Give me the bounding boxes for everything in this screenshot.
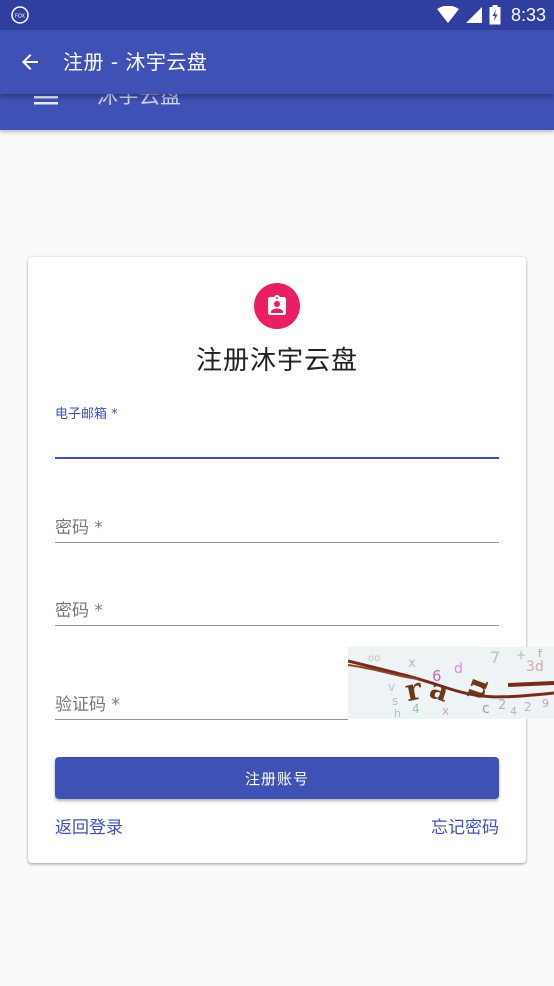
menu-icon (34, 96, 58, 105)
svg-text:oo: oo (368, 653, 380, 664)
app-notification-icon: FOX (11, 6, 29, 24)
register-button[interactable]: 注册账号 (55, 757, 499, 799)
email-underline (55, 457, 499, 459)
svg-text:2: 2 (524, 700, 532, 714)
password-input[interactable] (55, 509, 499, 537)
app-bar-title: 注册 - 沐宇云盘 (63, 50, 208, 74)
svg-text:7: 7 (490, 648, 500, 667)
password-field[interactable]: 密码 * (55, 505, 499, 545)
captcha-input[interactable] (55, 687, 348, 715)
captcha-underline (55, 719, 348, 720)
status-time: 8:33 (510, 4, 546, 25)
svg-text:+: + (516, 648, 526, 662)
back-arrow-icon[interactable] (18, 50, 42, 74)
status-bar: FOX 8:33 (0, 0, 554, 30)
email-label: 电子邮箱 * (55, 407, 118, 422)
svg-text:s: s (392, 694, 398, 708)
email-field[interactable]: 电子邮箱 * (55, 403, 499, 461)
svg-text:9: 9 (542, 697, 549, 710)
password-confirm-input[interactable] (55, 592, 499, 620)
status-icons: 8:33 (436, 0, 546, 30)
forgot-password-link[interactable]: 忘记密码 (431, 813, 499, 838)
password-underline (55, 542, 499, 543)
svg-text:x: x (408, 656, 416, 671)
svg-text:h: h (394, 707, 401, 719)
email-input[interactable] (55, 427, 499, 455)
svg-text:FOX: FOX (15, 14, 25, 20)
underlying-toolbar-title: 沐宇云盘 (97, 94, 181, 108)
wifi-icon (436, 6, 459, 23)
contact-badge-icon (268, 295, 286, 315)
captcha-field[interactable]: 验证码 * (55, 683, 348, 723)
app-bar: 注册 - 沐宇云盘 (0, 30, 554, 94)
password-confirm-field[interactable]: 密码 * (55, 588, 499, 628)
signal-icon (465, 7, 482, 23)
svg-text:2: 2 (498, 698, 506, 713)
svg-text:4: 4 (510, 705, 517, 718)
svg-text:v: v (388, 680, 395, 694)
underlying-toolbar: 沐宇云盘 (0, 94, 554, 130)
avatar (254, 283, 300, 329)
captcha-image[interactable]: x 6 d 7 3d + f v s h 4 x c 2 4 2 9 oo r … (348, 647, 554, 719)
back-to-login-link[interactable]: 返回登录 (55, 813, 123, 838)
battery-icon (489, 5, 501, 25)
svg-text:3d: 3d (526, 659, 544, 675)
register-card: 注册沐宇云盘 电子邮箱 * 密码 * 密码 * 验证码 * 注册账号 返回登录 … (28, 257, 526, 863)
captcha-noise-graphic: x 6 d 7 3d + f v s h 4 x c 2 4 2 9 oo r … (348, 647, 554, 719)
password-confirm-underline (55, 625, 499, 626)
card-title: 注册沐宇云盘 (195, 346, 358, 376)
